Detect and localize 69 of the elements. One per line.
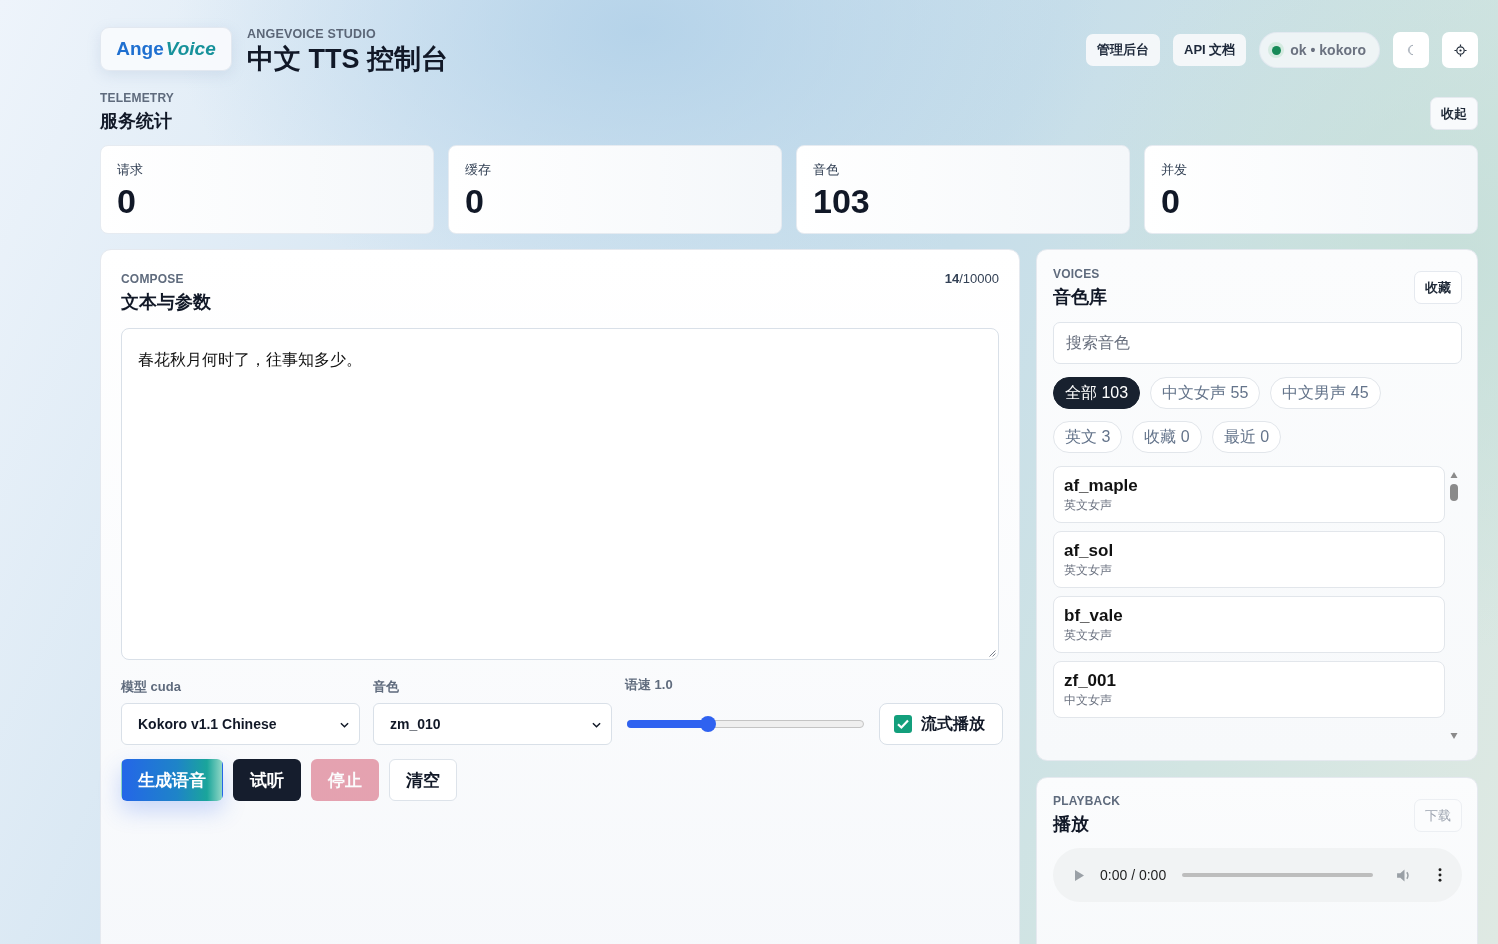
field-label: 音色 [373,680,400,694]
checkbox-icon[interactable] [894,715,912,733]
chevron-down-icon [592,722,601,728]
voice-tag: 英文女声 [1064,627,1434,643]
voice-item[interactable]: af_maple 英文女声 [1053,466,1445,523]
stat-value: 0 [117,181,137,221]
section-eyebrow: VOICES [1053,267,1101,281]
voice-name: bf_vale [1064,606,1124,626]
volume-icon[interactable] [1397,868,1412,882]
section-eyebrow: TELEMETRY [100,91,175,105]
voice-select[interactable]: zm_010 [373,703,612,745]
character-counter: 14/10000 [944,272,999,286]
more-options-icon[interactable] [1438,868,1442,882]
voice-name: af_sol [1064,541,1115,561]
voice-tag: 英文女声 [1064,562,1434,578]
nav-button[interactable]: API 文档 [1173,34,1247,66]
status-text: ok • kokoro [1290,42,1366,58]
filter-chip[interactable]: 全部 103 [1053,377,1141,409]
action-button[interactable]: 生成语音 [121,759,223,801]
section-title: 音色库 [1053,286,1107,308]
settings-button[interactable] [1442,32,1478,68]
stat-label: 请求 [117,162,144,178]
speed-slider[interactable] [627,716,864,732]
text-area[interactable]: 春花秋月何时了，往事知多少。 [121,328,999,660]
voice-tag: 中文女声 [1064,692,1434,708]
collapse-button[interactable]: 收起 [1430,97,1478,130]
filter-chip[interactable]: 英文 3 [1053,421,1123,453]
section-title: 播放 [1053,813,1090,835]
stat-label: 音色 [813,162,840,178]
section-eyebrow: PLAYBACK [1053,794,1121,808]
action-button[interactable]: 试听 [233,759,301,801]
section-title: 服务统计 [100,110,173,132]
progress-track[interactable] [1182,873,1373,877]
voice-name: af_maple [1064,476,1139,496]
action-button[interactable]: 清空 [389,759,457,801]
page-title: 中文 TTS 控制台 [247,43,448,75]
voice-item[interactable]: zf_001 中文女声 [1053,661,1445,718]
logo: Ange Voice [100,27,232,71]
filter-chip[interactable]: 中文女声 55 [1150,377,1261,409]
voice-name: zf_001 [1064,671,1117,691]
studio-label: ANGEVOICE STUDIO [247,27,377,41]
filter-chip[interactable]: 最近 0 [1211,421,1282,453]
streaming-toggle[interactable]: 流式播放 [879,703,1003,745]
voice-tag: 英文女声 [1064,497,1434,513]
voice-item[interactable]: af_sol 英文女声 [1053,531,1445,588]
stat-value: 0 [1161,181,1181,221]
slider-thumb[interactable] [699,716,716,732]
field-label: 语速 1.0 [625,678,674,692]
voice-item[interactable]: bf_vale 英文女声 [1053,596,1445,653]
play-icon[interactable] [1075,869,1084,881]
model-select[interactable]: Kokoro v1.1 Chinese [121,703,360,745]
time-display: 0:00 / 0:00 [1100,867,1167,883]
stat-value: 103 [813,181,871,221]
field-label: 模型 cuda [121,680,182,694]
theme-toggle-button[interactable] [1393,32,1429,68]
stat-value: 0 [465,181,485,221]
settings-icon [1453,43,1467,57]
stat-label: 并发 [1161,162,1188,178]
nav-button[interactable]: 管理后台 [1086,34,1160,66]
filter-chip[interactable]: 中文男声 45 [1270,377,1381,409]
stat-label: 缓存 [465,162,492,178]
search-field[interactable]: 搜索音色 [1053,322,1462,364]
section-title: 文本与参数 [121,291,211,313]
section-eyebrow: COMPOSE [121,272,185,286]
moon-icon [1406,44,1416,56]
chevron-down-icon [340,722,349,728]
filter-chip[interactable]: 收藏 0 [1132,421,1202,453]
resize-grip-icon[interactable] [988,649,996,657]
favorites-button[interactable]: 收藏 [1414,271,1462,304]
